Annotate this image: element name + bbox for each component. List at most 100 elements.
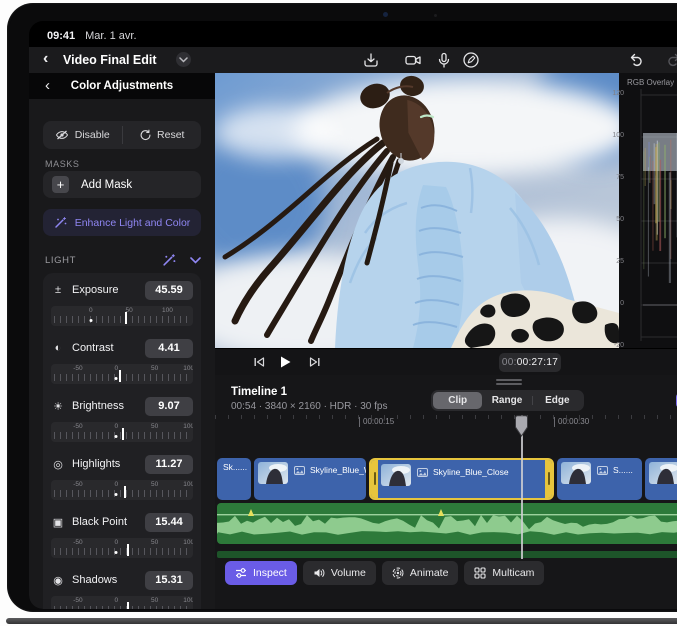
slider-ruler[interactable]: -50050100 [51,596,193,609]
title-dropdown-button[interactable] [176,52,191,67]
timeline-ruler[interactable]: 00:00:15 00:00:30 [215,415,677,433]
undo-button[interactable] [627,51,645,69]
playback-bar: 00:00:27:17 [215,348,677,375]
eye-off-icon [55,130,69,140]
clip-label: S...... [613,465,633,475]
ruler-ticks [54,548,190,555]
record-button[interactable] [404,51,422,69]
panel-header: ‹ Color Adjustments [29,73,215,99]
light-section-header: LIGHT [45,251,201,269]
audio-track-clip[interactable] [217,503,677,544]
add-mask-button[interactable]: + Add Mask [43,171,201,198]
slider-thumb[interactable] [119,370,121,382]
ruler-tick-label: 100 [183,539,193,546]
clip-trim-handle-right[interactable] [545,460,552,498]
panel-drag-handle[interactable] [496,379,522,381]
slider-thumb[interactable] [124,486,126,498]
redo-button[interactable] [665,51,677,69]
slider-label: Black Point [72,516,138,528]
slider-value[interactable]: 15.44 [145,513,193,532]
voiceover-button[interactable] [435,51,453,69]
volume-button[interactable]: Volume [303,561,376,585]
add-mask-label: Add Mask [81,179,132,191]
ruler-tick-label: 0 [115,481,119,488]
slider-thumb[interactable] [125,312,127,324]
ruler-tick-label: -50 [73,481,82,488]
ruler-tick-label: 0 [115,597,119,604]
slider-value[interactable]: 4.41 [145,339,193,358]
reset-button[interactable]: Reset [123,121,202,149]
import-button[interactable] [362,51,380,69]
slider-value[interactable]: 45.59 [145,281,193,300]
enhance-light-color-button[interactable]: Enhance Light and Color [43,209,201,236]
slider-value[interactable]: 11.27 [145,455,193,474]
timeline-metadata: 00:54 · 3840 × 2160 · HDR · 30 fps [231,401,387,412]
undo-icon [627,51,645,69]
slider-value[interactable]: 15.31 [145,571,193,590]
slider-label: Contrast [72,342,138,354]
slider-thumb[interactable] [127,602,129,609]
image-icon [417,468,428,477]
disable-button[interactable]: Disable [43,121,122,149]
status-time: 09:41 [47,30,75,42]
timeline-clip[interactable]: Skyline_Blue_Close [369,458,554,500]
light-sliders-card: ±Exposure45.59050100◐Contrast4.41-500501… [43,273,201,609]
slider-label-row: ±Exposure45.59 [51,279,193,301]
play-button[interactable] [277,354,293,370]
timeline-clip[interactable]: Sk...... [217,458,251,500]
slider-ruler[interactable]: -50050100 [51,480,193,500]
skip-back-button[interactable] [251,354,267,370]
clip-label: Sk...... [223,462,247,472]
ruler-tick-label: -50 [73,539,82,546]
playhead-handle[interactable] [515,415,528,442]
slider-label: Shadows [72,574,138,586]
collapse-chevron-icon[interactable] [190,257,201,264]
inspect-button[interactable]: Inspect [225,561,297,585]
speaker-icon [313,567,325,579]
clip-trim-handle-left[interactable] [371,460,378,498]
slider-thumb[interactable] [122,428,124,440]
timeline-clip[interactable] [645,458,677,500]
pencil-tools-button[interactable] [462,51,480,69]
slider-value[interactable]: 9.07 [145,397,193,416]
project-title[interactable]: Video Final Edit [63,53,157,67]
skip-back-icon [251,354,267,370]
back-chevron-icon[interactable]: ‹ [43,50,48,68]
panel-drag-handle2[interactable] [496,383,522,385]
ruler-time-label: 00:00:15 [359,417,394,427]
light-slider-group: ±Exposure45.59 050100 [51,279,193,331]
timeline-clip[interactable]: Skyline_Blue_Wide [254,458,366,500]
animate-button[interactable]: Animate [382,561,459,585]
ruler-zero-dot [115,377,118,380]
color-adjustments-panel: ‹ Color Adjustments Disable Reset MASKS [29,73,215,609]
video-track: Sk...... Skyline_Blue_Wide Skyline_Blue_Cl… [217,458,677,500]
ruler-tick-label: 50 [151,365,158,372]
trim-slit [548,472,550,485]
screenshot-stage: 09:41 Mar. 1 avr. ‹ Video Final Edit [0,0,677,626]
slider-label-row: ☀Brightness9.07 [51,395,193,417]
audio-track-2[interactable] [217,551,677,558]
multicam-button[interactable]: Multicam [464,561,544,585]
slider-ruler[interactable]: 050100 [51,306,193,326]
ruler-zero-dot [89,319,92,322]
slider-ruler[interactable]: -50050100 [51,538,193,558]
light-slider-group: ☀Brightness9.07 -50050100 [51,395,193,447]
mode-segment-edge[interactable]: Edge [533,392,582,409]
mode-segment-clip[interactable]: Clip [433,392,482,409]
chevron-down-icon [179,57,188,63]
timeline-clip[interactable]: S...... [557,458,642,500]
slider-thumb[interactable] [127,544,129,556]
ruler-tick-label: -50 [73,597,82,604]
clip-label: Skyline_Blue_Close [433,467,509,477]
ruler-tick-label: 100 [183,423,193,430]
slider-ruler[interactable]: -50050100 [51,422,193,442]
auto-enhance-icon[interactable] [162,253,176,267]
mode-segment-range[interactable]: Range [482,392,531,409]
slider-ruler[interactable]: -50050100 [51,364,193,384]
clip-thumbnail [258,462,288,484]
slider-label-row: ▣Black Point15.44 [51,511,193,533]
ruler-time-label: 00:00:30 [554,417,589,427]
reset-label: Reset [157,129,184,141]
video-frame-image [215,73,619,348]
skip-forward-button[interactable] [307,354,323,370]
